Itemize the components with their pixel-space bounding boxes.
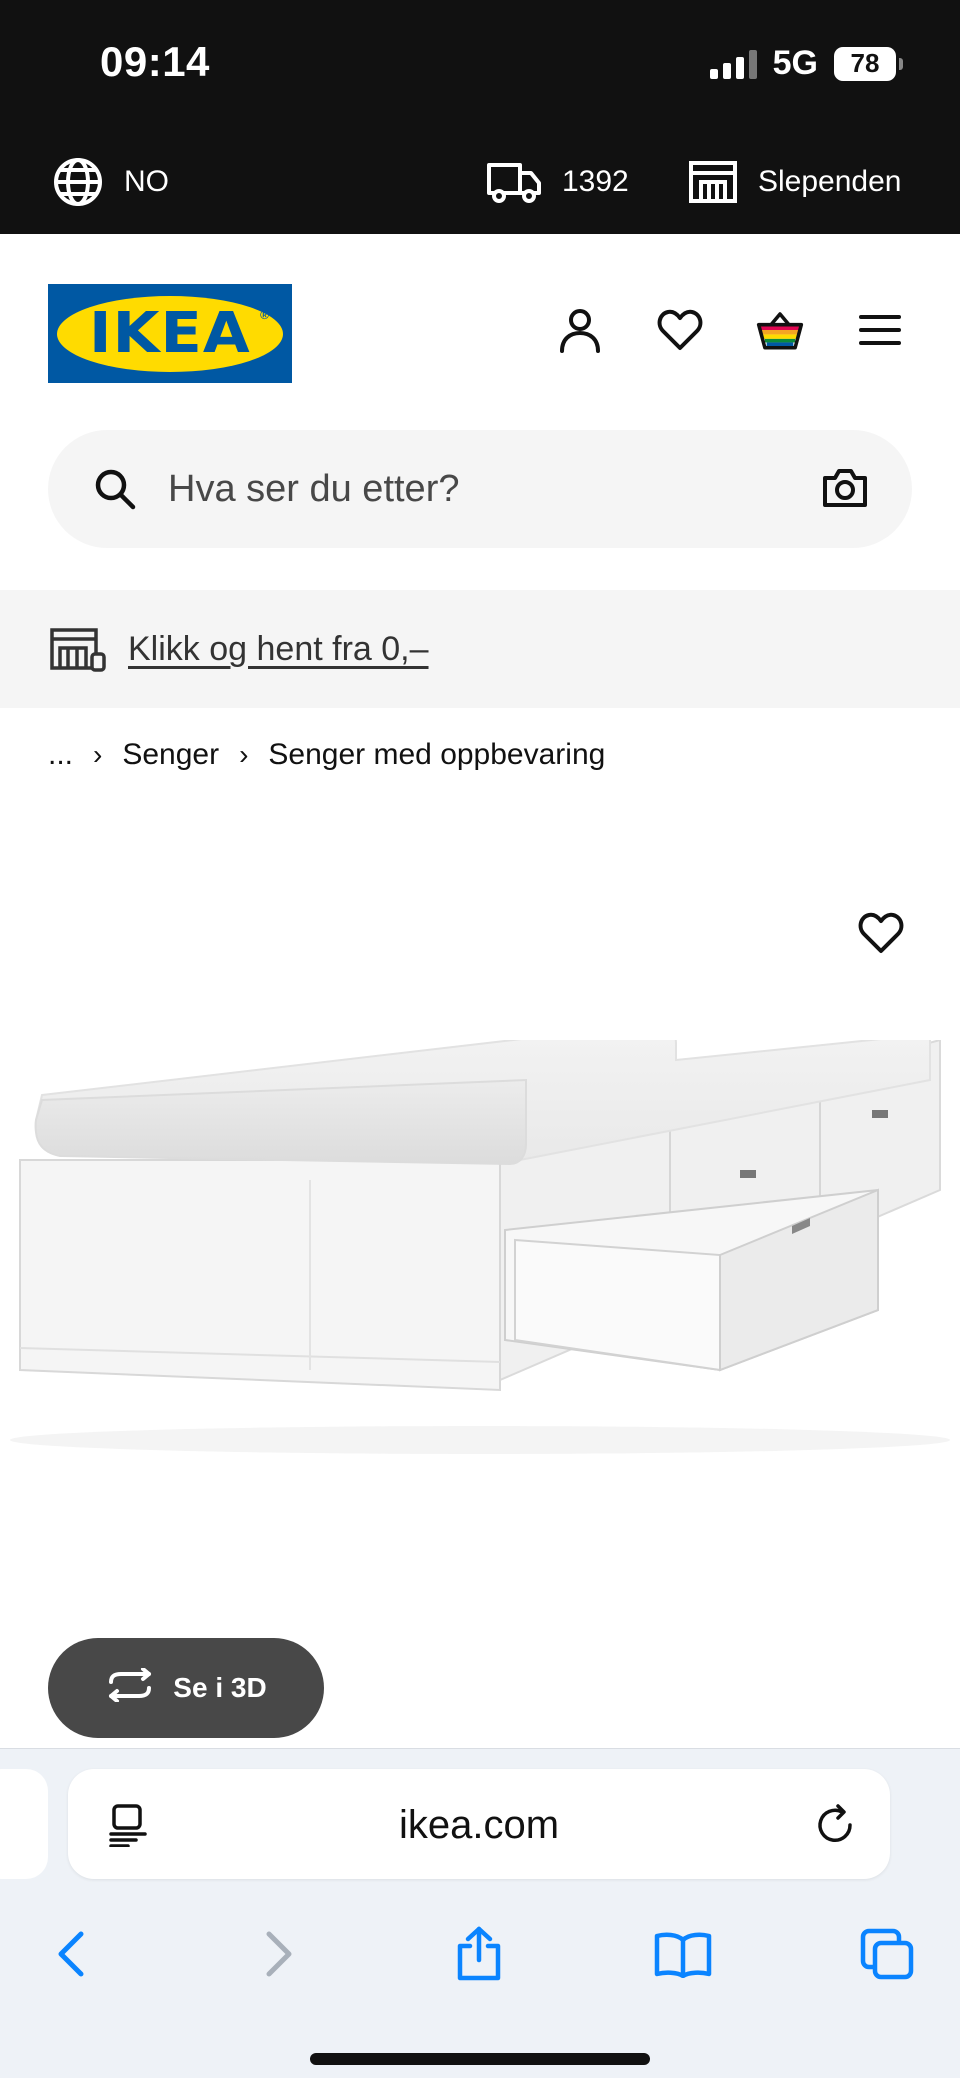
country-selector[interactable]: NO <box>52 130 169 234</box>
reload-icon[interactable] <box>816 1803 856 1850</box>
logo-oval: IKEA ® <box>57 295 283 372</box>
network-type: 5G <box>772 44 818 82</box>
chevron-right-icon: › <box>239 739 249 770</box>
search-input[interactable] <box>168 430 808 548</box>
chevron-right-icon: › <box>93 739 103 770</box>
camera-icon[interactable] <box>822 468 868 513</box>
breadcrumb-item-senger[interactable]: Senger <box>122 738 219 772</box>
tabs-icon[interactable] <box>852 1919 922 1989</box>
shopping-bag-icon[interactable] <box>756 306 804 354</box>
battery-icon: 78 <box>834 46 903 81</box>
battery-level: 78 <box>850 48 880 78</box>
country-code: NO <box>124 165 169 198</box>
book-icon[interactable] <box>648 1919 718 1989</box>
chevron-right-icon[interactable] <box>244 1919 314 1989</box>
search-icon[interactable] <box>94 468 136 515</box>
product-image-gallery[interactable]: Se i 3D <box>0 820 960 1750</box>
click-collect-icon <box>50 628 106 677</box>
share-icon[interactable] <box>444 1919 514 1989</box>
search-bar[interactable] <box>48 430 912 548</box>
browser-nav-row <box>0 1909 960 1999</box>
view-in-3d-label: Se i 3D <box>173 1672 267 1703</box>
store-icon <box>688 160 738 204</box>
status-indicators: 5G 78 <box>709 44 903 83</box>
product-image <box>10 1040 950 1454</box>
address-bar[interactable]: ikea.com <box>68 1769 890 1879</box>
click-collect-link[interactable]: Klikk og hent fra 0,– <box>128 630 429 669</box>
browser-toolbar: ikea.com <box>0 1748 960 2078</box>
heart-icon[interactable] <box>858 912 904 959</box>
status-time: 09:14 <box>100 38 210 85</box>
heart-icon[interactable] <box>656 306 704 354</box>
store-name: Slependen <box>758 165 902 198</box>
breadcrumb: ... › Senger › Senger med oppbevaring <box>48 738 605 772</box>
hamburger-menu-icon[interactable] <box>856 306 904 354</box>
chevron-left-icon[interactable] <box>36 1919 106 1989</box>
site-header: IKEA ® <box>0 234 960 590</box>
globe-icon <box>52 156 104 208</box>
signal-icon <box>709 49 757 79</box>
status-bar: 09:14 5G 78 <box>0 0 960 130</box>
rotate-3d-icon <box>105 1666 155 1709</box>
url-text: ikea.com <box>398 1803 560 1847</box>
breadcrumb-item-senger-med-oppbevaring[interactable]: Senger med oppbevaring <box>268 738 605 772</box>
previous-tab-preview[interactable] <box>0 1769 48 1879</box>
truck-icon <box>486 159 542 205</box>
breadcrumb-ellipsis[interactable]: ... <box>48 738 73 772</box>
postal-code: 1392 <box>562 165 629 198</box>
store-bar: NO 1392 Slependen <box>0 130 960 234</box>
header-actions <box>556 306 904 354</box>
store-selector[interactable]: Slependen <box>688 130 901 234</box>
delivery-postcode[interactable]: 1392 <box>486 130 629 234</box>
user-icon[interactable] <box>556 306 604 354</box>
home-indicator <box>310 2053 650 2065</box>
logo-registered-mark: ® <box>260 307 269 322</box>
view-in-3d-button[interactable]: Se i 3D <box>48 1638 324 1738</box>
logo-text: IKEA <box>89 301 251 366</box>
click-collect-banner: Klikk og hent fra 0,– <box>0 590 960 708</box>
ikea-logo[interactable]: IKEA ® <box>48 284 292 383</box>
